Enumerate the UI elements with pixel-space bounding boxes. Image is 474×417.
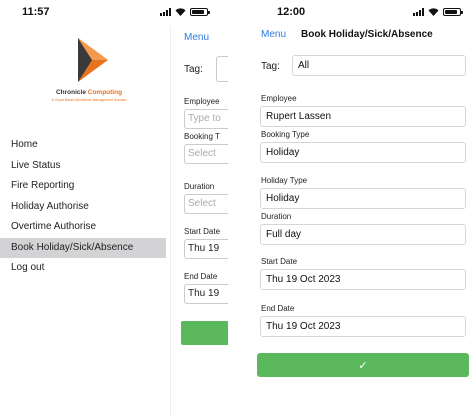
phone-screen-booking-form: 12:00 Menu Book Holiday/Sick/Absence Tag… (245, 0, 474, 417)
menu-button[interactable]: Menu (261, 29, 286, 40)
menu-item-book-holiday[interactable]: Book Holiday/Sick/Absence (0, 237, 166, 258)
peek-tag-input[interactable] (216, 56, 228, 82)
status-icons (160, 8, 210, 16)
menu-item-live-status[interactable]: Live Status (0, 156, 166, 177)
wifi-icon (428, 8, 439, 16)
booking-type-label: Booking Type (261, 130, 310, 139)
wifi-icon (175, 8, 186, 16)
checkmark-icon: ✓ (358, 359, 368, 372)
submit-button[interactable]: ✓ (257, 353, 469, 377)
logo-wordmark: Chronicle Computing (55, 89, 123, 96)
booking-form: Tag: All Employee Rupert Lassen Booking … (245, 46, 474, 417)
menu-item-fire-reporting[interactable]: Fire Reporting (0, 176, 166, 197)
battery-icon (443, 8, 463, 16)
phone-screen-menu-open: 11:57 Chronicle Computing A Cloud Based … (0, 0, 228, 417)
status-icons (413, 8, 463, 16)
duration-select[interactable]: Full day (260, 224, 466, 245)
peek-start-date-label: Start Date (184, 227, 221, 236)
tag-label: Tag: (261, 61, 280, 72)
start-date-input[interactable]: Thu 19 Oct 2023 (260, 269, 466, 290)
menu-item-home[interactable]: Home (0, 135, 166, 156)
menu-item-holiday-authorise[interactable]: Holiday Authorise (0, 197, 166, 218)
end-date-input[interactable]: Thu 19 Oct 2023 (260, 316, 466, 337)
page-title: Book Holiday/Sick/Absence (301, 29, 433, 40)
menu-item-overtime-authorise[interactable]: Overtime Authorise (0, 217, 166, 238)
peek-start-date-input[interactable]: Thu 19 (184, 239, 228, 259)
peek-employee-input[interactable]: Type to (184, 109, 228, 129)
nav-bar: Menu Book Holiday/Sick/Absence (245, 26, 474, 46)
peek-end-date-input[interactable]: Thu 19 (184, 284, 228, 304)
status-time: 12:00 (277, 6, 306, 18)
peek-submit-button[interactable] (181, 321, 228, 345)
end-date-label: End Date (261, 304, 295, 313)
peek-duration-label: Duration (184, 182, 215, 191)
nav-menu-list: Home Live Status Fire Reporting Holiday … (0, 135, 166, 279)
employee-label: Employee (261, 94, 297, 103)
tag-input[interactable]: All (292, 55, 466, 76)
start-date-label: Start Date (261, 257, 298, 266)
chronicle-computing-logo: Chronicle Computing A Cloud Based Workfo… (44, 36, 134, 106)
status-bar: 12:00 (245, 0, 474, 26)
logo-tagline: A Cloud Based Workforce Management Solut… (51, 98, 127, 102)
duration-label: Duration (261, 212, 292, 221)
signal-icon (413, 8, 424, 16)
side-drawer: Chronicle Computing A Cloud Based Workfo… (0, 26, 170, 417)
logo-mark-icon (78, 38, 108, 82)
peek-booking-type-select[interactable]: Select (184, 144, 228, 164)
status-time: 11:57 (22, 6, 50, 18)
peek-duration-select[interactable]: Select (184, 194, 228, 214)
peek-employee-label: Employee (184, 97, 220, 106)
peek-form-behind-drawer: Menu Tag: Employee Type to Booking T Sel… (170, 26, 228, 417)
booking-type-select[interactable]: Holiday (260, 142, 466, 163)
battery-icon (190, 8, 210, 16)
peek-menu-link[interactable]: Menu (184, 32, 209, 43)
peek-booking-type-label: Booking T (184, 132, 220, 141)
status-bar: 11:57 (0, 0, 228, 26)
peek-end-date-label: End Date (184, 272, 218, 281)
employee-input[interactable]: Rupert Lassen (260, 106, 466, 127)
holiday-type-label: Holiday Type (261, 176, 308, 185)
signal-icon (160, 8, 171, 16)
peek-tag-label: Tag: (184, 64, 203, 75)
holiday-type-select[interactable]: Holiday (260, 188, 466, 209)
menu-item-log-out[interactable]: Log out (0, 258, 166, 279)
